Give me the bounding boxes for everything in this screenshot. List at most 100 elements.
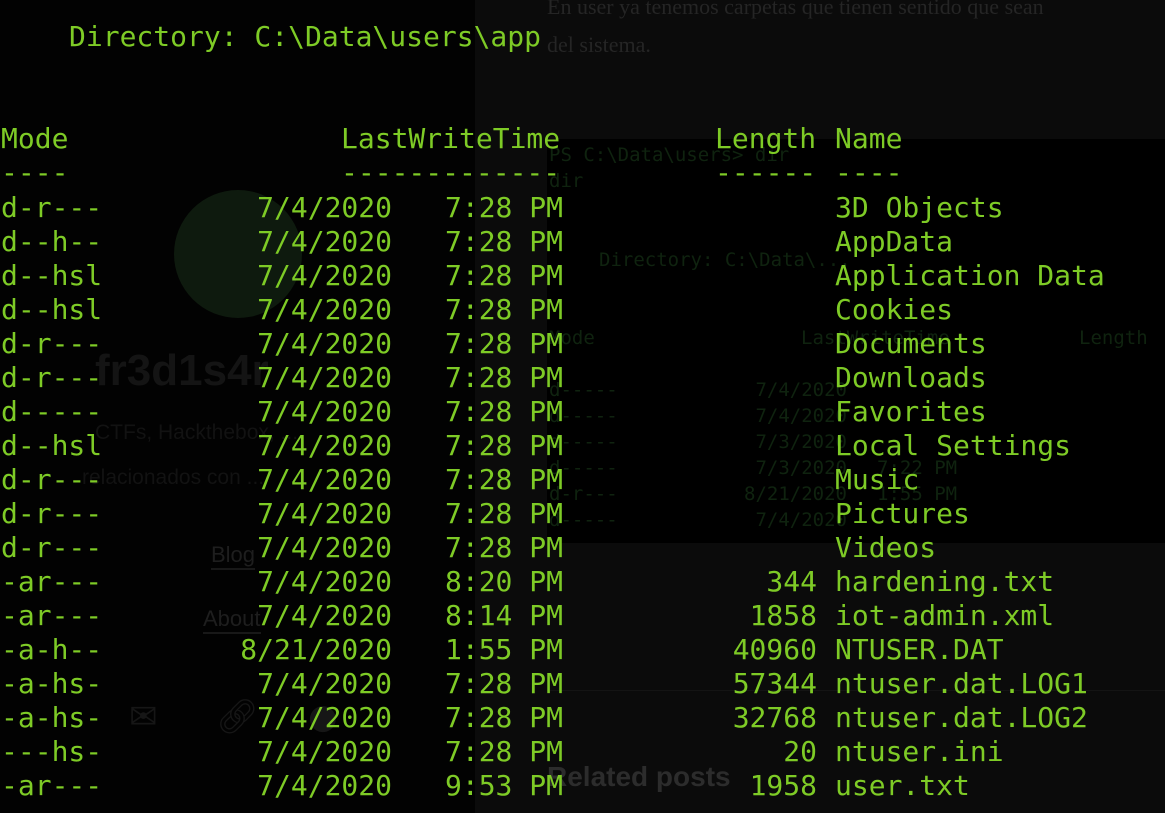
entry-mode: ---hs-	[1, 735, 103, 768]
entry-mode: d--hsl	[1, 293, 103, 326]
entry-mode: -a-hs-	[1, 701, 103, 734]
entry-length: 40960	[732, 633, 817, 666]
entry-mode: d-r---	[1, 463, 103, 496]
directory-entry: d--hsl 7/4/2020 7:28 PM Cookies	[0, 293, 1165, 327]
directory-entry: -a-hs- 7/4/2020 7:28 PM 32768 ntuser.dat.LOG…	[0, 701, 1165, 735]
directory-entry: d----- 7/4/2020 7:28 PM Favorites	[0, 395, 1165, 429]
entry-name: AppData	[835, 225, 954, 258]
directory-entry: d-r--- 7/4/2020 7:28 PM Music	[0, 463, 1165, 497]
entry-date: 7/4/2020	[257, 327, 392, 360]
directory-entry: -ar--- 7/4/2020 9:53 PM 1958 user.txt	[0, 769, 1165, 803]
entry-name: hardening.txt	[835, 565, 1055, 598]
entry-time: 7:28 PM	[444, 463, 563, 496]
header-last-write-time: LastWriteTime	[341, 122, 561, 155]
directory-label: Directory: C:\Data\users\app	[69, 20, 542, 53]
entry-length: 344	[766, 565, 817, 598]
entry-name: ntuser.ini	[835, 735, 1004, 768]
entry-date: 7/4/2020	[257, 259, 392, 292]
entry-name: Pictures	[835, 497, 970, 530]
entry-date: 8/21/2020	[240, 633, 392, 666]
entry-mode: d-r---	[1, 531, 103, 564]
entry-name: Local Settings	[835, 429, 1072, 462]
entry-date: 7/4/2020	[257, 701, 392, 734]
entry-length: 1958	[749, 769, 817, 802]
header-length: Length	[715, 122, 817, 155]
entry-mode: d--hsl	[1, 429, 103, 462]
entry-mode: d--hsl	[1, 259, 103, 292]
underline-name: ----	[835, 156, 903, 189]
entry-length: 32768	[732, 701, 817, 734]
directory-entry: -a-h-- 8/21/2020 1:55 PM 40960 NTUSER.DAT	[0, 633, 1165, 667]
entry-mode: -a-h--	[1, 633, 103, 666]
entry-length: 1858	[749, 599, 817, 632]
entry-name: Application Data	[835, 259, 1105, 292]
entry-mode: -ar---	[1, 769, 103, 802]
entry-date: 7/4/2020	[257, 769, 392, 802]
entry-time: 9:53 PM	[444, 769, 563, 802]
entry-time: 7:28 PM	[444, 327, 563, 360]
entry-time: 1:55 PM	[444, 633, 563, 666]
entry-time: 7:28 PM	[444, 701, 563, 734]
entry-name: Favorites	[835, 395, 987, 428]
entry-name: Videos	[835, 531, 937, 564]
entry-name: ntuser.dat.LOG1	[835, 667, 1088, 700]
entry-date: 7/4/2020	[257, 361, 392, 394]
directory-entry: d--hsl 7/4/2020 7:28 PM Local Settings	[0, 429, 1165, 463]
terminal-listing: Directory: C:\Data\users\app Mode LastWr…	[0, 0, 1165, 813]
entry-date: 7/4/2020	[257, 735, 392, 768]
entry-date: 7/4/2020	[257, 293, 392, 326]
screen: fr3d1s4r CTFs, Hackthebox, ... relaciona…	[0, 0, 1165, 813]
entry-time: 7:28 PM	[444, 395, 563, 428]
entry-date: 7/4/2020	[257, 225, 392, 258]
entry-name: iot-admin.xml	[835, 599, 1055, 632]
entry-time: 8:20 PM	[444, 565, 563, 598]
entry-time: 7:28 PM	[444, 361, 563, 394]
underline-mode: ----	[1, 156, 69, 189]
entry-mode: d-r---	[1, 327, 103, 360]
entry-time: 7:28 PM	[444, 191, 563, 224]
underline-length: ------	[715, 156, 817, 189]
directory-entry: d--hsl 7/4/2020 7:28 PM Application Data	[0, 259, 1165, 293]
entry-name: user.txt	[835, 769, 970, 802]
entry-mode: d-r---	[1, 361, 103, 394]
directory-entry: d-r--- 7/4/2020 7:28 PM 3D Objects	[0, 191, 1165, 225]
entry-time: 7:28 PM	[444, 735, 563, 768]
entry-mode: -a-hs-	[1, 667, 103, 700]
entry-time: 7:28 PM	[444, 667, 563, 700]
entry-name: Cookies	[835, 293, 954, 326]
directory-entry: -ar--- 7/4/2020 8:14 PM 1858 iot-admin.xml	[0, 599, 1165, 633]
directory-entry: d-r--- 7/4/2020 7:28 PM Documents	[0, 327, 1165, 361]
entry-date: 7/4/2020	[257, 667, 392, 700]
entry-time: 7:28 PM	[444, 531, 563, 564]
entry-length: 20	[783, 735, 817, 768]
header-name: Name	[835, 122, 903, 155]
directory-entry: d--h-- 7/4/2020 7:28 PM AppData	[0, 225, 1165, 259]
entry-name: 3D Objects	[835, 191, 1004, 224]
entry-mode: -ar---	[1, 565, 103, 598]
entry-name: Documents	[835, 327, 987, 360]
entry-date: 7/4/2020	[257, 191, 392, 224]
directory-entry: d-r--- 7/4/2020 7:28 PM Downloads	[0, 361, 1165, 395]
entry-date: 7/4/2020	[257, 565, 392, 598]
directory-entry: d-r--- 7/4/2020 7:28 PM Pictures	[0, 497, 1165, 531]
directory-entry: -ar--- 7/4/2020 8:20 PM 344 hardening.txt	[0, 565, 1165, 599]
entry-time: 8:14 PM	[444, 599, 563, 632]
entry-date: 7/4/2020	[257, 497, 392, 530]
entry-time: 7:28 PM	[444, 293, 563, 326]
entry-name: ntuser.dat.LOG2	[835, 701, 1088, 734]
entry-date: 7/4/2020	[257, 599, 392, 632]
directory-entry: -a-hs- 7/4/2020 7:28 PM 57344 ntuser.dat.LOG…	[0, 667, 1165, 701]
header-mode: Mode	[1, 122, 69, 155]
underline-last-write-time: -------------	[341, 156, 561, 189]
entry-mode: -ar---	[1, 599, 103, 632]
entry-name: Music	[835, 463, 920, 496]
entry-time: 7:28 PM	[444, 497, 563, 530]
directory-entry: d-r--- 7/4/2020 7:28 PM Videos	[0, 531, 1165, 565]
entry-name: Downloads	[835, 361, 987, 394]
entry-length: 57344	[732, 667, 817, 700]
directory-entry: ---hs- 7/4/2020 7:28 PM 20 ntuser.ini	[0, 735, 1165, 769]
entry-date: 7/4/2020	[257, 531, 392, 564]
entry-date: 7/4/2020	[257, 429, 392, 462]
entry-mode: d--h--	[1, 225, 103, 258]
entry-date: 7/4/2020	[257, 463, 392, 496]
